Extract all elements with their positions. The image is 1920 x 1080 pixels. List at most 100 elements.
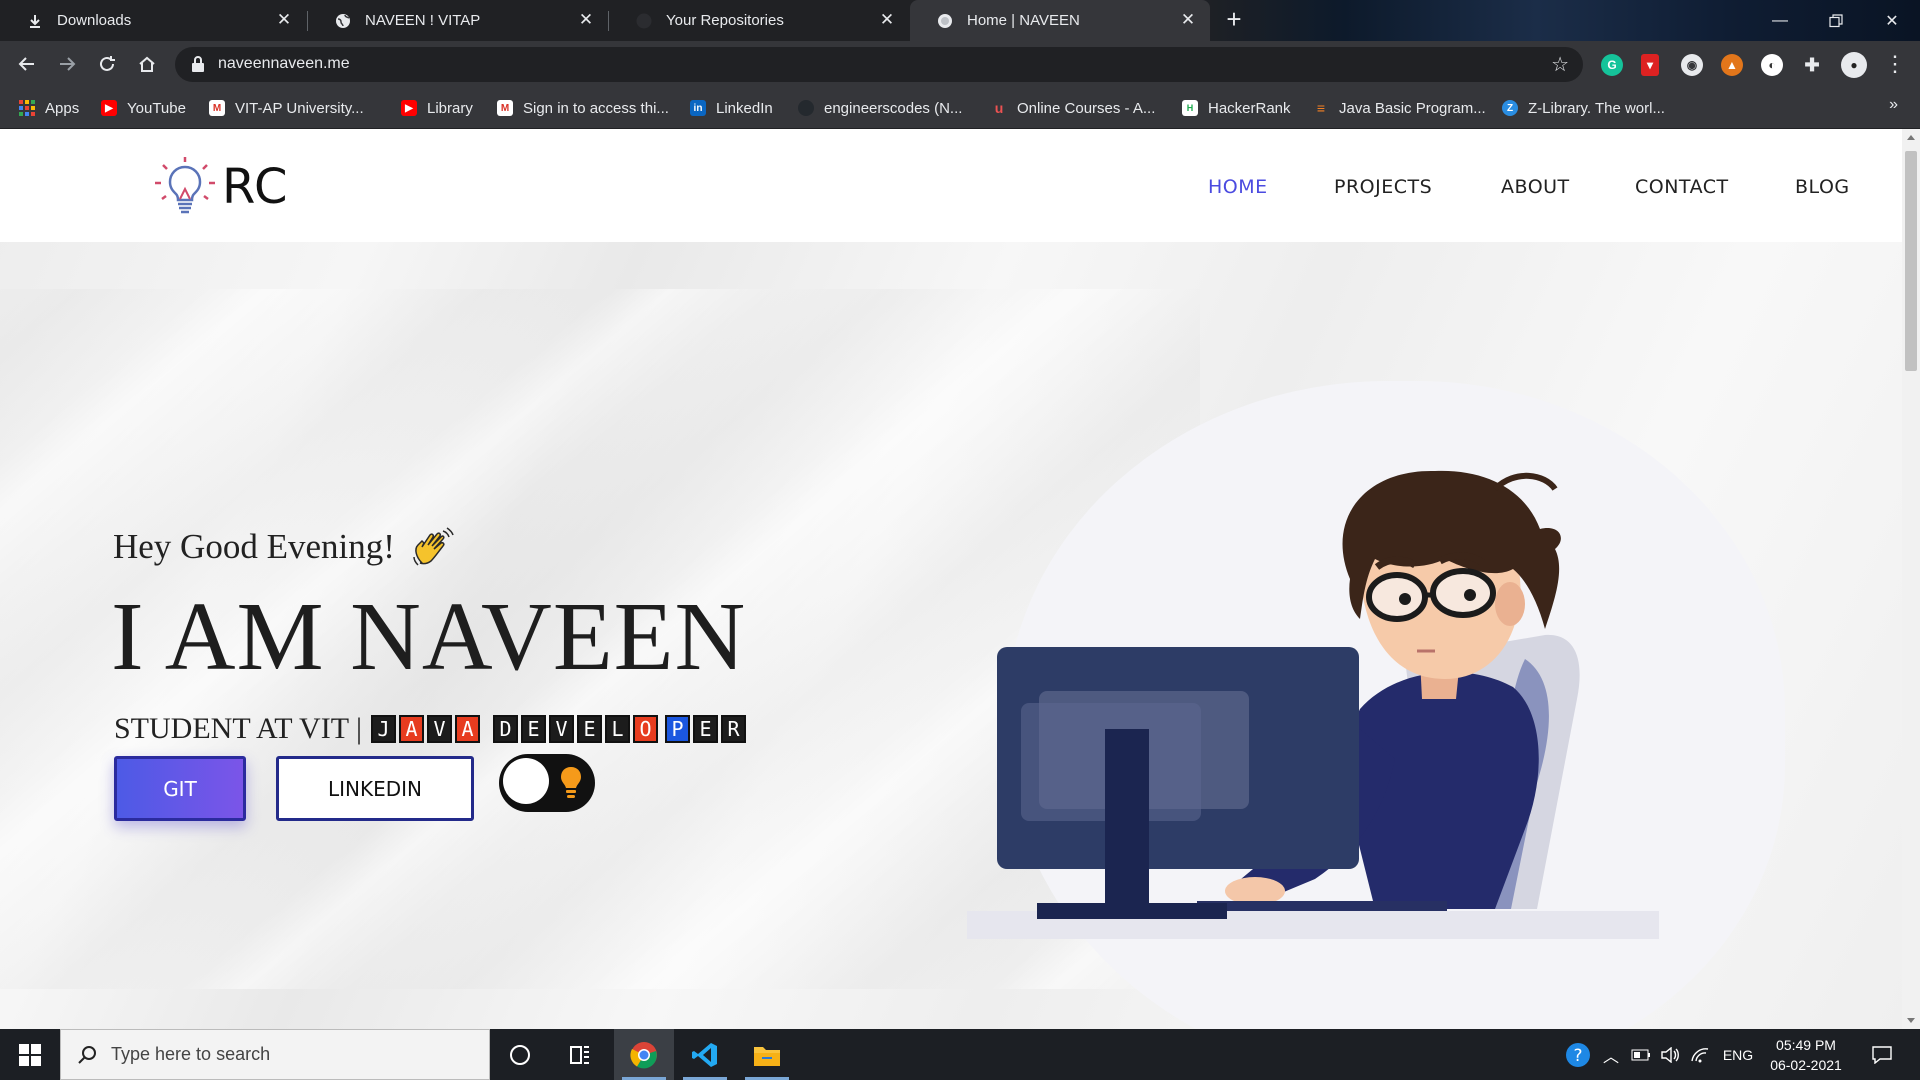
cortana-icon[interactable] <box>490 1029 550 1080</box>
vscode-taskbar-icon[interactable] <box>675 1029 735 1080</box>
close-icon[interactable]: ✕ <box>879 11 895 28</box>
minimize-icon[interactable]: — <box>1752 0 1808 41</box>
zlibrary-icon: Z <box>1502 100 1518 116</box>
tab-your-repositories[interactable]: Your Repositories ✕ <box>609 0 909 41</box>
browser-toolbar: naveennaveen.me ☆ G ▾ ◉ ▲ ◐ ✚ ● ⋮ <box>0 41 1920 88</box>
letter-tile: V <box>426 715 452 743</box>
stackoverflow-icon: ≡ <box>1316 100 1326 116</box>
bookmark-zlibrary[interactable]: Z Z-Library. The worl... <box>1502 96 1665 120</box>
letter-tile: J <box>370 715 396 743</box>
taskbar-clock[interactable]: 05:49 PM 06-02-2021 <box>1760 1035 1852 1075</box>
file-explorer-taskbar-icon[interactable] <box>737 1029 797 1080</box>
battery-icon[interactable] <box>1628 1029 1654 1080</box>
gmail-icon: M <box>497 100 513 116</box>
close-icon[interactable]: ✕ <box>578 11 594 28</box>
volume-icon[interactable] <box>1656 1029 1684 1080</box>
extensions-puzzle-icon[interactable]: ✚ <box>1801 54 1823 76</box>
bookmark-apps[interactable]: Apps <box>19 96 79 120</box>
new-tab-button[interactable]: + <box>1220 6 1248 34</box>
scroll-up-arrow-icon[interactable] <box>1907 135 1915 140</box>
profile-avatar-icon[interactable]: ● <box>1841 52 1867 78</box>
bookmark-label: HackerRank <box>1208 99 1291 117</box>
nav-home[interactable]: HOME <box>1208 176 1268 198</box>
reload-icon[interactable] <box>91 48 123 80</box>
logo-text: RC <box>222 159 289 215</box>
apps-grid-icon <box>19 100 35 116</box>
chevron-double-right-icon[interactable]: » <box>1889 96 1898 114</box>
tab-title: NAVEEN ! VITAP <box>365 12 481 29</box>
metamask-icon[interactable]: ▲ <box>1721 54 1743 76</box>
letter-tile: E <box>520 715 546 743</box>
bookmark-engineerscodes[interactable]: engineerscodes (N... <box>798 96 962 120</box>
bookmark-label: Z-Library. The worl... <box>1528 99 1665 117</box>
bookmark-library[interactable]: ▶ Library <box>401 96 473 120</box>
chevron-up-icon[interactable]: ︿ <box>1599 1029 1623 1080</box>
taskbar-search-input[interactable]: Type here to search <box>60 1029 490 1080</box>
bookmark-youtube[interactable]: ▶ YouTube <box>101 96 186 120</box>
bookmark-java-basic[interactable]: ≡ Java Basic Program... <box>1313 96 1486 120</box>
bookmark-label: Library <box>427 99 473 117</box>
hackerrank-icon: H <box>1182 100 1198 116</box>
lightbulb-logo-icon <box>155 157 215 214</box>
tab-title: Your Repositories <box>666 12 784 29</box>
nav-contact[interactable]: CONTACT <box>1635 176 1729 198</box>
git-button[interactable]: GIT <box>114 756 246 821</box>
linkedin-button[interactable]: LINKEDIN <box>276 756 474 821</box>
waving-hand-icon <box>413 527 454 566</box>
page-scrollbar[interactable] <box>1902 129 1920 1029</box>
theme-toggle[interactable] <box>499 754 595 812</box>
bookmark-sign-in[interactable]: M Sign in to access thi... <box>497 96 669 120</box>
forward-arrow-icon[interactable] <box>51 48 83 80</box>
lock-icon[interactable] <box>191 56 207 72</box>
help-icon[interactable]: ? <box>1560 1029 1596 1080</box>
github-icon <box>636 13 652 29</box>
bookmark-label: VIT-AP University... <box>235 99 364 117</box>
bookmark-linkedin[interactable]: in LinkedIn <box>690 96 773 120</box>
letter-tile: D <box>492 715 518 743</box>
bookmark-vit-ap[interactable]: M VIT-AP University... <box>209 96 364 120</box>
tab-naveen-vitap[interactable]: NAVEEN ! VITAP ✕ <box>308 0 608 41</box>
scroll-down-arrow-icon[interactable] <box>1907 1018 1915 1023</box>
restore-icon[interactable] <box>1808 0 1864 41</box>
letter-tile: L <box>604 715 630 743</box>
nav-projects[interactable]: PROJECTS <box>1334 176 1432 198</box>
site-logo[interactable]: RC <box>150 155 290 219</box>
tab-home-naveen[interactable]: Home | NAVEEN ✕ <box>910 0 1210 41</box>
url-text[interactable]: naveennaveen.me <box>218 55 350 73</box>
youtube-icon: ▶ <box>401 100 417 116</box>
windows-taskbar: Type here to search ? ︿ ENG 05:49 PM 06-… <box>0 1029 1920 1080</box>
close-icon[interactable]: ✕ <box>1180 11 1196 28</box>
github-icon <box>798 100 814 116</box>
language-indicator[interactable]: ENG <box>1716 1029 1760 1080</box>
wifi-icon[interactable] <box>1686 1029 1714 1080</box>
tab-downloads[interactable]: Downloads ✕ <box>0 0 306 41</box>
bookmark-online-courses[interactable]: u Online Courses - A... <box>991 96 1156 120</box>
nav-blog[interactable]: BLOG <box>1795 176 1850 198</box>
close-window-icon[interactable]: ✕ <box>1864 0 1920 41</box>
address-bar[interactable]: naveennaveen.me ☆ <box>175 47 1583 82</box>
menu-kebab-icon[interactable]: ⋮ <box>1879 48 1911 80</box>
bookmark-hackerrank[interactable]: H HackerRank <box>1182 96 1291 120</box>
home-icon[interactable] <box>131 48 163 80</box>
bookmark-label: Java Basic Program... <box>1339 99 1486 117</box>
bookmarks-bar: Apps ▶ YouTube M VIT-AP University... ▶ … <box>0 88 1920 129</box>
globe-icon <box>335 13 351 29</box>
back-arrow-icon[interactable] <box>11 48 43 80</box>
extension-circle-icon[interactable]: ◉ <box>1681 54 1703 76</box>
chrome-taskbar-icon[interactable] <box>614 1029 674 1080</box>
scroll-thumb[interactable] <box>1905 151 1917 371</box>
task-view-icon[interactable] <box>550 1029 610 1080</box>
nav-about[interactable]: ABOUT <box>1501 176 1570 198</box>
extension-shield-icon[interactable]: ▾ <box>1641 54 1659 76</box>
bookmark-label: LinkedIn <box>716 99 773 117</box>
letter-tile: O <box>632 715 658 743</box>
headline: I AM NAVEEN <box>111 583 747 691</box>
bookmark-star-icon[interactable]: ☆ <box>1551 52 1569 77</box>
extension-color-icon[interactable]: ◐ <box>1761 54 1783 76</box>
grammarly-icon[interactable]: G <box>1601 54 1623 76</box>
letter-tile: R <box>720 715 746 743</box>
notifications-icon[interactable] <box>1862 1029 1902 1080</box>
letter-tile: P <box>664 715 690 743</box>
close-icon[interactable]: ✕ <box>276 11 292 28</box>
windows-start-icon[interactable] <box>0 1029 60 1080</box>
